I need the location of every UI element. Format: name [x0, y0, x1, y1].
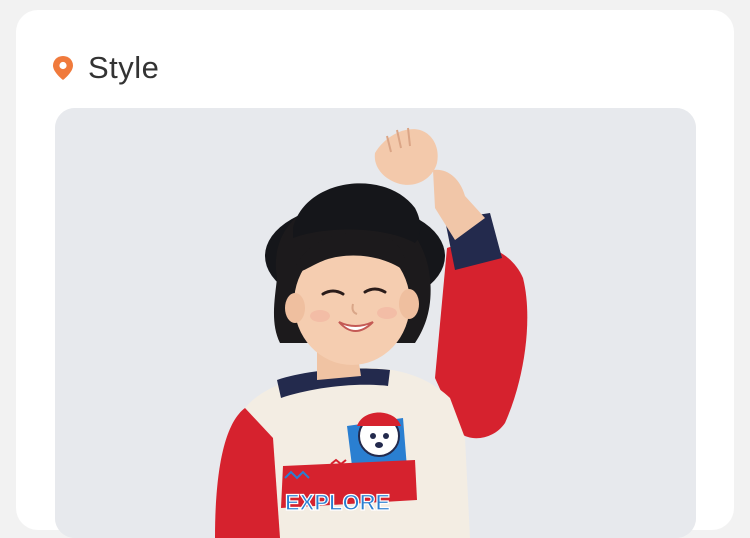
section-header: Style: [52, 50, 159, 86]
section-title: Style: [88, 50, 160, 85]
style-card: Style EXPLORE: [16, 10, 734, 538]
child-model-illustration: EXPLORE: [55, 108, 696, 538]
print-text: EXPLORE: [285, 490, 390, 515]
product-photo: EXPLORE: [55, 108, 696, 538]
location-pin-icon: [53, 56, 73, 80]
